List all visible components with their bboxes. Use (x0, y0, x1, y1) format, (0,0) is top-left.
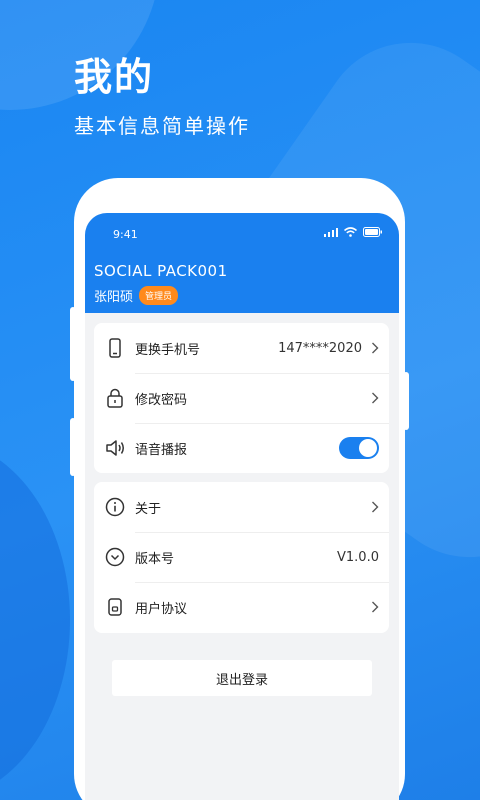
battery-icon (363, 227, 382, 237)
change-phone-label: 更换手机号 (135, 342, 201, 358)
change-password-label: 修改密码 (135, 392, 188, 408)
chevron-right-icon (372, 392, 379, 404)
status-icons (324, 227, 383, 237)
agreement-icon (108, 598, 122, 616)
status-time: 9:41 (113, 228, 138, 241)
settings-card-about: 关于 版本号 V1.0.0 用户协议 (94, 482, 389, 633)
phone-icon (109, 338, 121, 358)
background-shape (0, 440, 70, 800)
signal-icon (324, 227, 338, 237)
change-password-row[interactable]: 修改密码 (94, 373, 389, 423)
voice-broadcast-label: 语音播报 (135, 442, 188, 458)
voice-broadcast-row: 语音播报 (94, 423, 389, 473)
about-row[interactable]: 关于 (94, 482, 389, 532)
phone-screen: 9:41 SOCIAL PACK001 张阳硕 管理员 更换手机号 147***… (85, 213, 399, 800)
version-label: 版本号 (135, 551, 175, 567)
version-row: 版本号 V1.0.0 (94, 532, 389, 582)
chevron-right-icon (372, 342, 379, 354)
version-icon (105, 547, 125, 567)
voice-broadcast-toggle[interactable] (339, 437, 379, 459)
chevron-right-icon (372, 601, 379, 613)
profile-header: 9:41 SOCIAL PACK001 张阳硕 管理员 (85, 213, 399, 313)
info-icon (105, 497, 125, 517)
wifi-icon (344, 227, 357, 237)
chevron-right-icon (372, 501, 379, 513)
lock-icon (107, 388, 123, 408)
phone-number-value: 147****2020 (278, 340, 362, 356)
app-title: SOCIAL PACK001 (94, 262, 228, 280)
user-agreement-label: 用户协议 (135, 601, 188, 617)
toggle-knob (359, 439, 377, 457)
logout-button[interactable]: 退出登录 (112, 660, 372, 696)
role-badge: 管理员 (139, 286, 179, 305)
about-label: 关于 (135, 501, 162, 517)
hero-subtitle: 基本信息简单操作 (74, 114, 250, 138)
hero-title: 我的 (74, 55, 155, 99)
settings-card-account: 更换手机号 147****2020 修改密码 语音播报 (94, 323, 389, 473)
version-value: V1.0.0 (337, 549, 379, 565)
user-name: 张阳硕 (94, 290, 134, 305)
speaker-icon (106, 440, 124, 456)
user-info: 张阳硕 管理员 (94, 286, 179, 305)
user-agreement-row[interactable]: 用户协议 (94, 582, 389, 632)
change-phone-row[interactable]: 更换手机号 147****2020 (94, 323, 389, 373)
